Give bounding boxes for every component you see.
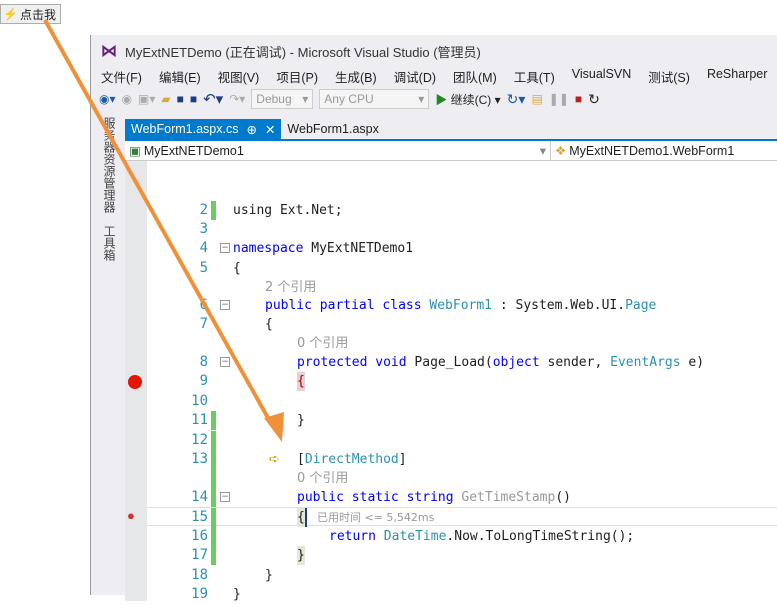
annotation-arrow <box>43 19 284 442</box>
line-number: 19 <box>191 586 208 602</box>
code-text: } <box>233 587 241 602</box>
code-line: 19} <box>147 585 777 604</box>
